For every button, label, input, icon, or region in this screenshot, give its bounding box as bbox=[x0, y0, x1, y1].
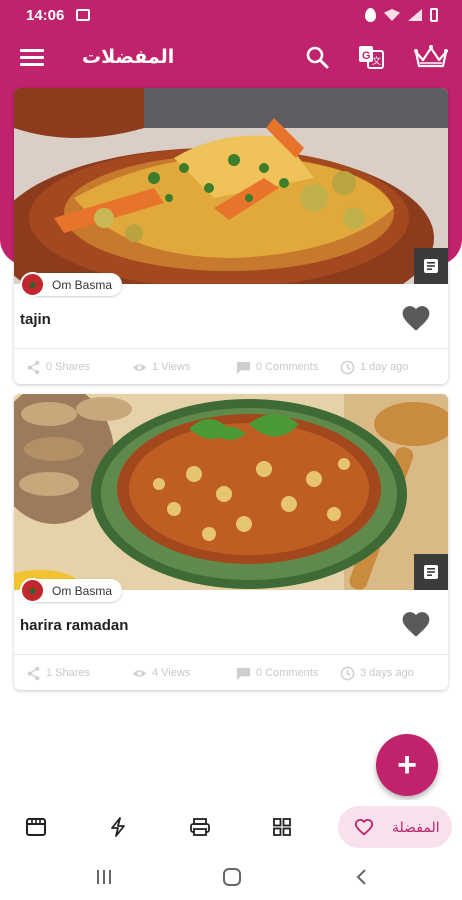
eye-icon bbox=[132, 669, 147, 677]
heart-icon[interactable] bbox=[400, 304, 432, 332]
author-name: Om Basma bbox=[52, 277, 113, 292]
author-chip[interactable]: ★ Om Basma bbox=[20, 578, 123, 603]
nav-favorites-label: المفضلة bbox=[392, 818, 440, 835]
views-stat: 1 Views bbox=[132, 360, 190, 375]
views-stat: 4 Views bbox=[132, 666, 190, 681]
nav-trending[interactable] bbox=[104, 814, 132, 840]
author-chip[interactable]: ★ Om Basma bbox=[20, 272, 123, 297]
grid-icon bbox=[273, 818, 291, 836]
post-title[interactable]: harira ramadan bbox=[20, 617, 128, 634]
shares-count: 1 Shares bbox=[46, 667, 91, 679]
translate-icon[interactable]: G 文 bbox=[356, 42, 386, 72]
heart-outline-icon bbox=[354, 818, 374, 836]
share-icon bbox=[27, 360, 40, 374]
views-count: 1 Views bbox=[152, 361, 191, 373]
nav-categories[interactable] bbox=[268, 814, 296, 840]
post-card[interactable]: ★ Om Basma tajin 0 Shares 1 Views 0 Comm… bbox=[14, 88, 448, 384]
recent-apps-icon[interactable] bbox=[94, 868, 114, 886]
author-name: Om Basma bbox=[52, 583, 113, 598]
location-icon bbox=[365, 8, 376, 22]
app-bar: المفضلات G 文 bbox=[0, 32, 462, 82]
article-type-badge bbox=[414, 248, 448, 284]
bottom-navigation: المفضلة bbox=[0, 800, 462, 856]
comment-icon bbox=[236, 361, 251, 374]
comments-count: 0 Comments bbox=[256, 361, 319, 373]
post-stats: 0 Shares 1 Views 0 Comments 1 day ago bbox=[14, 353, 448, 381]
svg-text:文: 文 bbox=[372, 55, 381, 67]
comments-stat[interactable]: 0 Comments bbox=[236, 360, 318, 375]
status-time: 14:06 bbox=[26, 7, 65, 24]
views-count: 4 Views bbox=[152, 667, 191, 679]
system-navigation-bar bbox=[0, 856, 462, 900]
image-notification-icon bbox=[76, 9, 90, 21]
post-image-tajin[interactable] bbox=[14, 88, 448, 284]
nav-favorites-active[interactable]: المفضلة bbox=[338, 806, 452, 848]
printer-icon bbox=[190, 818, 210, 836]
eye-icon bbox=[132, 363, 147, 371]
time-ago: 3 days ago bbox=[360, 667, 414, 679]
nav-store[interactable] bbox=[22, 814, 50, 840]
shares-stat[interactable]: 1 Shares bbox=[26, 666, 90, 681]
article-type-badge bbox=[414, 554, 448, 590]
divider bbox=[14, 348, 448, 349]
shares-stat[interactable]: 0 Shares bbox=[26, 360, 90, 375]
divider bbox=[14, 654, 448, 655]
wifi-icon bbox=[384, 9, 400, 21]
time-stat: 1 day ago bbox=[340, 360, 408, 375]
store-icon bbox=[26, 818, 46, 836]
flash-icon bbox=[111, 817, 125, 837]
post-stats: 1 Shares 4 Views 0 Comments 3 days ago bbox=[14, 659, 448, 687]
crown-icon[interactable] bbox=[412, 42, 450, 72]
nav-recipes[interactable] bbox=[186, 814, 214, 840]
comment-icon bbox=[236, 667, 251, 680]
article-icon bbox=[424, 259, 438, 273]
share-icon bbox=[27, 666, 40, 680]
time-stat: 3 days ago bbox=[340, 666, 414, 681]
battery-icon bbox=[430, 8, 438, 22]
home-icon[interactable] bbox=[222, 868, 242, 886]
post-card[interactable]: ★ Om Basma harira ramadan 1 Shares 4 Vie… bbox=[14, 394, 448, 690]
search-icon[interactable] bbox=[302, 42, 332, 72]
menu-icon[interactable] bbox=[20, 49, 44, 67]
comments-stat[interactable]: 0 Comments bbox=[236, 666, 318, 681]
morocco-flag-icon: ★ bbox=[20, 578, 45, 603]
comments-count: 0 Comments bbox=[256, 667, 319, 679]
add-post-button[interactable]: + bbox=[376, 734, 438, 796]
svg-text:G: G bbox=[362, 50, 371, 62]
clock-icon bbox=[340, 360, 355, 374]
article-icon bbox=[424, 565, 438, 579]
clock-icon bbox=[340, 666, 355, 680]
heart-icon[interactable] bbox=[400, 610, 432, 638]
post-image-harira[interactable] bbox=[14, 394, 448, 590]
post-title[interactable]: tajin bbox=[20, 311, 51, 328]
page-title: المفضلات bbox=[82, 47, 175, 68]
back-icon[interactable] bbox=[354, 868, 370, 886]
status-bar: 14:06 bbox=[0, 0, 462, 32]
shares-count: 0 Shares bbox=[46, 361, 91, 373]
signal-icon bbox=[408, 9, 422, 21]
morocco-flag-icon: ★ bbox=[20, 272, 45, 297]
time-ago: 1 day ago bbox=[360, 361, 409, 373]
